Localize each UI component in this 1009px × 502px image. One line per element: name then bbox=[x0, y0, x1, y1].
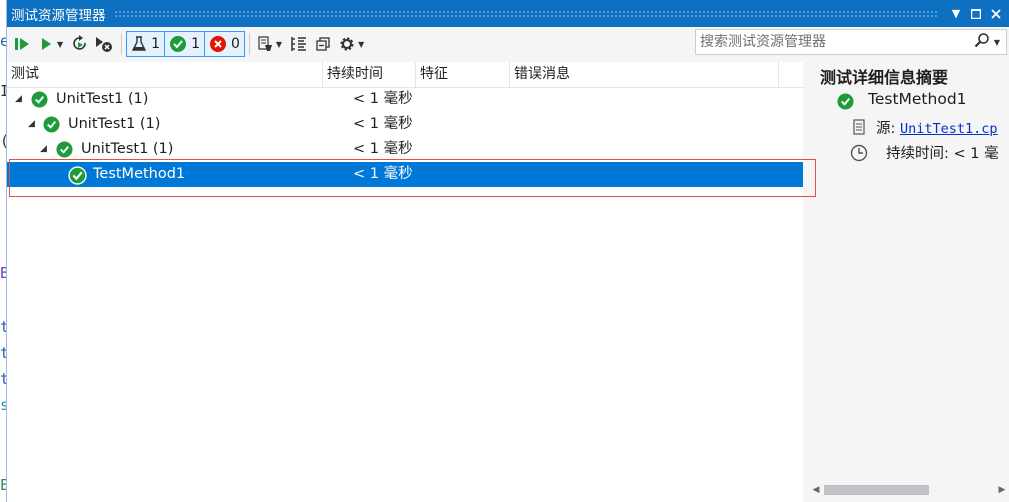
test-tree: ◢ UnitTest1 (1) < 1 毫秒 ◢ UnitTest1 (1) <… bbox=[7, 87, 803, 187]
title-bar[interactable]: 测试资源管理器 ▼ bbox=[7, 0, 1009, 27]
tree-row-duration: < 1 毫秒 bbox=[353, 141, 413, 157]
tree-row-duration: < 1 毫秒 bbox=[353, 166, 413, 182]
tree-row[interactable]: ◢ UnitTest1 (1) < 1 毫秒 bbox=[7, 137, 803, 162]
tree-row-label: UnitTest1 (1) bbox=[68, 116, 161, 132]
window-title: 测试资源管理器 bbox=[11, 7, 106, 24]
scroll-thumb[interactable] bbox=[824, 485, 929, 495]
test-explorer-window: 测试资源管理器 ▼ ▼ 1 1 0 ▼ ▼ 搜索测试资源管理器 ▼ 测试 持续时… bbox=[6, 0, 1009, 502]
search-input[interactable] bbox=[696, 30, 974, 54]
detail-test-name-label: TestMethod1 bbox=[868, 90, 967, 108]
tree-row-label: UnitTest1 (1) bbox=[81, 141, 174, 157]
column-header-error[interactable]: 错误消息 bbox=[510, 62, 779, 87]
settings-dropdown-icon[interactable]: ▼ bbox=[358, 40, 364, 49]
column-header-traits[interactable]: 特征 bbox=[416, 62, 510, 87]
detail-duration-row: 持续时间: < 1 毫 bbox=[850, 142, 999, 163]
toolbar-separator bbox=[121, 33, 123, 55]
close-button[interactable] bbox=[986, 4, 1006, 24]
collapse-all-button[interactable] bbox=[312, 32, 334, 56]
window-menu-dropdown-icon[interactable]: ▼ bbox=[946, 4, 966, 24]
document-icon bbox=[852, 119, 866, 139]
toolbar-separator bbox=[248, 33, 250, 55]
column-header-test[interactable]: 测试 bbox=[7, 62, 323, 87]
test-list-pane: 测试 持续时间 特征 错误消息 ◢ UnitTest1 (1) < 1 毫秒 ◢… bbox=[7, 62, 803, 502]
detail-source-link[interactable]: UnitTest1.cp bbox=[900, 121, 998, 137]
error-circle-icon bbox=[210, 36, 226, 52]
detail-source-row: 源: UnitTest1.cp bbox=[852, 117, 998, 139]
title-grip bbox=[113, 9, 938, 18]
column-header-filler bbox=[779, 62, 803, 87]
collapse-arrow-icon[interactable]: ◢ bbox=[28, 112, 35, 137]
detail-duration-label: 持续时间: bbox=[886, 146, 949, 162]
playlist-dropdown-icon[interactable]: ▼ bbox=[276, 40, 282, 49]
search-dropdown-icon[interactable]: ▼ bbox=[994, 38, 1000, 47]
filter-all-count: 1 bbox=[151, 36, 161, 52]
tree-row[interactable]: ◢ UnitTest1 (1) < 1 毫秒 bbox=[7, 112, 803, 137]
detail-test-name: TestMethod1 bbox=[837, 90, 967, 110]
run-button[interactable] bbox=[35, 32, 57, 56]
detail-source-label: 源: bbox=[876, 121, 896, 137]
filter-passed-button[interactable]: 1 bbox=[165, 32, 205, 56]
collapse-arrow-icon[interactable]: ◢ bbox=[40, 137, 47, 162]
filter-failed-count: 0 bbox=[231, 36, 240, 52]
maximize-button[interactable] bbox=[966, 4, 986, 24]
detail-hscrollbar[interactable]: ◀ ▶ bbox=[808, 482, 1009, 498]
gear-icon bbox=[340, 37, 354, 51]
tree-row-selected[interactable]: TestMethod1 < 1 毫秒 bbox=[7, 162, 803, 187]
settings-button[interactable] bbox=[336, 32, 358, 56]
filter-passed-count: 1 bbox=[191, 36, 200, 52]
check-circle-icon bbox=[68, 166, 87, 194]
scroll-track[interactable] bbox=[824, 485, 994, 495]
check-circle-icon bbox=[170, 36, 187, 52]
tree-row-label: TestMethod1 bbox=[93, 166, 186, 182]
filter-all-button[interactable]: 1 bbox=[127, 32, 166, 56]
column-headers: 测试 持续时间 特征 错误消息 bbox=[7, 62, 803, 88]
scroll-left-arrow-icon[interactable]: ◀ bbox=[808, 485, 824, 495]
cancel-run-button[interactable] bbox=[93, 32, 115, 56]
collapse-arrow-icon[interactable]: ◢ bbox=[15, 87, 22, 112]
tree-row[interactable]: ◢ UnitTest1 (1) < 1 毫秒 bbox=[7, 87, 803, 112]
clock-icon bbox=[850, 144, 868, 166]
run-dropdown-icon[interactable]: ▼ bbox=[57, 40, 63, 49]
scroll-right-arrow-icon[interactable]: ▶ bbox=[994, 485, 1009, 495]
refresh-run-button[interactable] bbox=[69, 32, 91, 56]
filter-group: 1 1 0 bbox=[126, 31, 245, 57]
check-circle-icon bbox=[837, 93, 854, 114]
playlist-button[interactable] bbox=[254, 32, 276, 56]
flask-icon bbox=[132, 36, 147, 51]
column-header-duration[interactable]: 持续时间 bbox=[323, 62, 416, 87]
detail-pane: 测试详细信息摘要 TestMethod1 源: UnitTest1.cp 持续时… bbox=[808, 62, 1009, 502]
tree-row-label: UnitTest1 (1) bbox=[56, 91, 149, 107]
detail-duration-value: < 1 毫 bbox=[953, 146, 999, 162]
filter-failed-button[interactable]: 0 bbox=[205, 32, 244, 56]
tree-row-duration: < 1 毫秒 bbox=[353, 91, 413, 107]
search-box[interactable]: ▼ bbox=[695, 29, 1007, 55]
tree-row-duration: < 1 毫秒 bbox=[353, 116, 413, 132]
search-icon[interactable] bbox=[974, 32, 990, 52]
group-by-button[interactable] bbox=[288, 32, 310, 56]
detail-title: 测试详细信息摘要 bbox=[820, 68, 949, 87]
run-all-button[interactable] bbox=[11, 32, 33, 56]
